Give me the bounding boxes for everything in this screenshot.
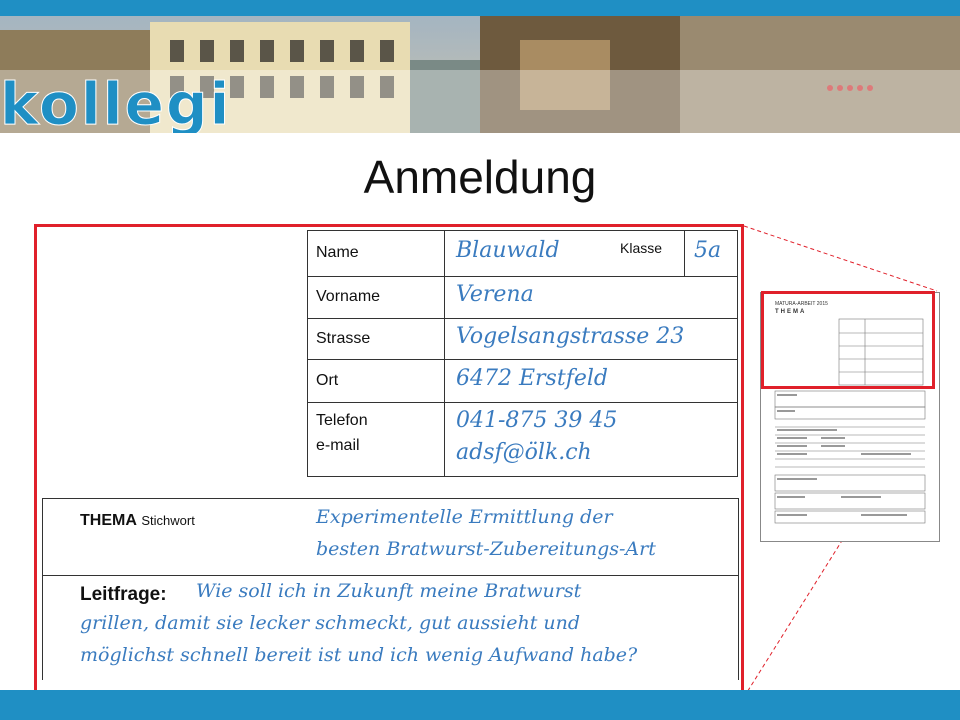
thumbnail-highlight-frame (761, 291, 935, 389)
bottom-accent-bar (0, 690, 960, 720)
